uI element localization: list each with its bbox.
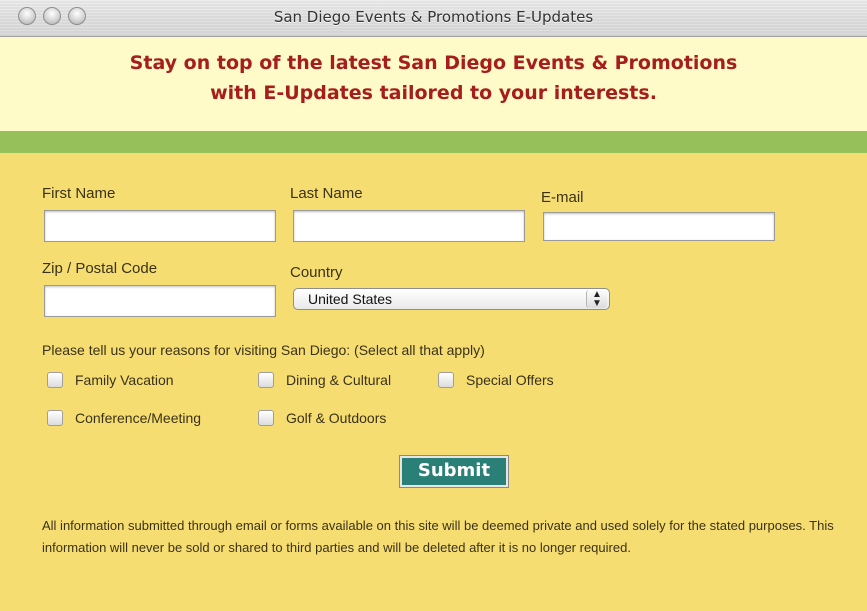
accent-bar — [0, 131, 867, 153]
header-line-1: Stay on top of the latest San Diego Even… — [129, 52, 738, 74]
checkbox-golf-outdoors[interactable] — [258, 410, 274, 426]
header-line-2: with E-Updates tailored to your interest… — [210, 82, 657, 104]
window-title: San Diego Events & Promotions E-Updates — [273, 8, 594, 26]
checkbox-label-conference-meeting: Conference/Meeting — [75, 410, 202, 426]
first-name-label: First Name — [42, 185, 116, 202]
country-selected-value: United States — [308, 291, 393, 307]
last-name-label: Last Name — [290, 185, 363, 202]
window: San Diego Events & Promotions E-Updates … — [0, 0, 867, 611]
header-banner: Stay on top of the latest San Diego Even… — [0, 37, 867, 131]
country-select[interactable]: United States ▲ ▼ — [293, 288, 610, 310]
email-label: E-mail — [541, 189, 584, 206]
reasons-prompt: Please tell us your reasons for visiting… — [42, 342, 485, 358]
zip-label: Zip / Postal Code — [42, 260, 158, 277]
zip-input[interactable] — [44, 285, 276, 317]
checkbox-special-offers[interactable] — [438, 372, 454, 388]
privacy-notice: All information submitted through email … — [42, 518, 834, 555]
checkbox-family-vacation[interactable] — [47, 372, 63, 388]
checkbox-conference-meeting[interactable] — [47, 410, 63, 426]
last-name-input[interactable] — [293, 210, 525, 242]
checkbox-label-family-vacation: Family Vacation — [75, 372, 174, 388]
up-down-arrows-icon: ▲ ▼ — [586, 290, 607, 309]
title-bar[interactable]: San Diego Events & Promotions E-Updates — [0, 0, 867, 37]
checkbox-dining-cultural[interactable] — [258, 372, 274, 388]
checkbox-label-dining-cultural: Dining & Cultural — [286, 372, 392, 388]
email-input[interactable] — [543, 212, 775, 241]
checkbox-label-special-offers: Special Offers — [466, 372, 554, 388]
submit-button[interactable]: Submit — [400, 456, 508, 487]
first-name-input[interactable] — [44, 210, 276, 242]
checkbox-label-golf-outdoors: Golf & Outdoors — [286, 410, 387, 426]
country-label: Country — [290, 264, 343, 281]
